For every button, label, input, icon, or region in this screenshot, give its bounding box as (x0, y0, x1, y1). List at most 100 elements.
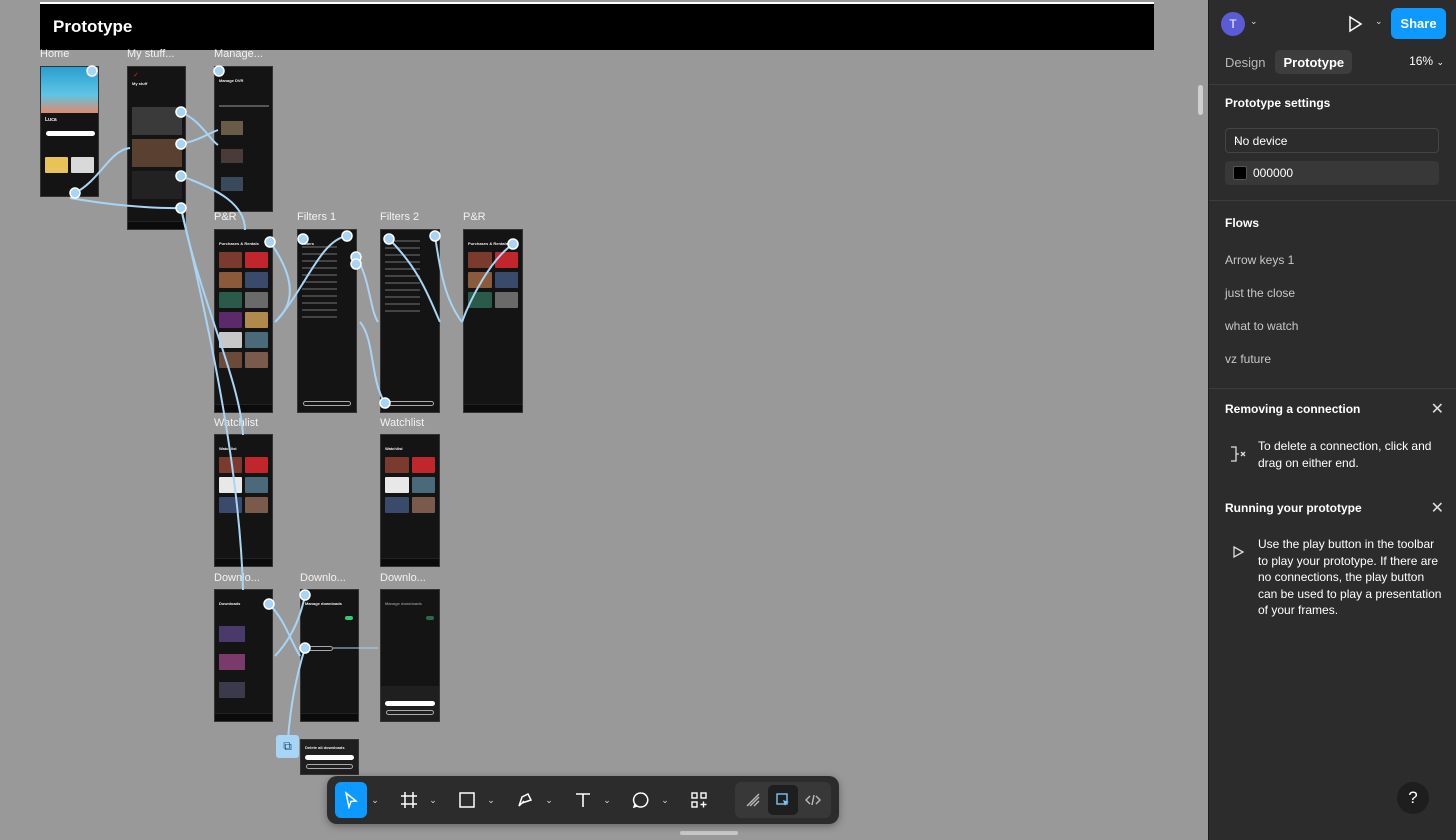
downloads-2-title: Manage downloads (305, 601, 342, 606)
frame-label-my-stuff[interactable]: My stuff... (127, 48, 174, 60)
thumb (219, 252, 242, 268)
share-button[interactable]: Share (1391, 8, 1446, 39)
help-button[interactable]: ? (1397, 782, 1429, 814)
connection-wire[interactable] (180, 129, 219, 145)
draw-mode-button[interactable] (738, 785, 768, 815)
frame-home[interactable]: Luca (40, 66, 99, 197)
frame-tool-button[interactable] (393, 782, 425, 818)
chevron-down-icon[interactable]: ⌄ (1375, 16, 1383, 27)
frame-label-filters-2[interactable]: Filters 2 (380, 211, 419, 223)
chevron-down-icon[interactable]: ⌄ (659, 782, 671, 818)
frame-label-pr[interactable]: P&R (214, 211, 237, 223)
frame-purchases-rentals-2[interactable]: Purchases & Rentals (463, 229, 523, 413)
filter-option (302, 288, 337, 290)
frame-label-watchlist-1[interactable]: Watchlist (214, 417, 258, 429)
section-title: Prototype (53, 17, 133, 36)
prototype-settings-title: Prototype settings (1225, 96, 1331, 110)
thumb (219, 292, 242, 308)
frame-label-manage[interactable]: Manage... (214, 48, 263, 60)
chevron-down-icon[interactable]: ⌄ (601, 782, 613, 818)
frame-filters-1[interactable]: Filters (297, 229, 357, 413)
dev-mode-button[interactable] (798, 785, 828, 815)
frame-manage-dvr[interactable]: Manage DVR (214, 66, 273, 212)
tab-strip (219, 105, 269, 107)
filter-option (302, 316, 337, 318)
thumb (219, 352, 242, 368)
frame-label-home[interactable]: Home (40, 48, 69, 60)
vertical-scrollbar[interactable] (1198, 85, 1203, 115)
bottom-nav (464, 404, 522, 412)
avatar[interactable]: T (1221, 12, 1245, 36)
thumb (385, 457, 409, 473)
apps-icon (691, 792, 707, 808)
frame-label-downloads-1[interactable]: Downlo... (214, 572, 260, 584)
chevron-down-icon[interactable]: ⌄ (369, 782, 381, 818)
overlay-connection-icon[interactable]: ⧉ (276, 735, 299, 758)
device-select[interactable]: No device ⌄ (1225, 128, 1439, 153)
filter-option (385, 310, 420, 312)
background-color-field[interactable]: 000000 (1225, 161, 1439, 185)
filter-option (385, 275, 420, 277)
zoom-level: 16% (1409, 54, 1434, 68)
frame-label-filters-1[interactable]: Filters 1 (297, 211, 336, 223)
chevron-down-icon[interactable]: ⌄ (543, 782, 555, 818)
frame-my-stuff[interactable]: ✓ My stuff (127, 66, 186, 230)
bottom-nav (381, 558, 439, 566)
frame-watchlist-1[interactable]: Watchlist (214, 434, 273, 567)
frame-filters-2[interactable] (380, 229, 440, 413)
move-tool-button[interactable] (335, 782, 367, 818)
shape-tool-button[interactable] (451, 782, 483, 818)
tip-text: To delete a connection, click and drag o… (1258, 439, 1432, 470)
filter-option (385, 282, 420, 284)
chevron-down-icon[interactable]: ⌄ (485, 782, 497, 818)
flow-item[interactable]: Arrow keys 1 (1225, 253, 1294, 267)
flow-item[interactable]: vz future (1225, 352, 1271, 366)
connection-wire[interactable] (180, 111, 219, 146)
frame-label-downloads-2[interactable]: Downlo... (300, 572, 346, 584)
frame-label-downloads-3[interactable]: Downlo... (380, 572, 426, 584)
design-mode-button[interactable] (768, 785, 798, 815)
comment-tool-button[interactable] (625, 782, 657, 818)
filter-option (302, 274, 337, 276)
frame-purchases-rentals[interactable]: Purchases & Rentals (214, 229, 273, 413)
thumb (219, 332, 242, 348)
zoom-control[interactable]: 16% ⌄ (1409, 54, 1444, 68)
text-tool-button[interactable] (567, 782, 599, 818)
frame-label-watchlist-2[interactable]: Watchlist (380, 417, 424, 429)
frame-watchlist-2[interactable]: Watchlist (380, 434, 440, 567)
canvas[interactable]: Prototype Home My stuff... Manage... P&R… (0, 0, 1208, 840)
thumb (245, 272, 268, 288)
tip-title: Removing a connection (1225, 402, 1361, 416)
color-swatch[interactable] (1233, 166, 1247, 180)
thumb (411, 497, 435, 513)
tab-prototype[interactable]: Prototype (1275, 50, 1353, 74)
chevron-down-icon[interactable]: ⌄ (427, 782, 439, 818)
frame-downloads-3[interactable]: Manage downloads (380, 589, 440, 722)
tab-design[interactable]: Design (1217, 50, 1273, 74)
thumb (219, 682, 245, 698)
section-header[interactable]: Prototype (40, 4, 1154, 50)
pen-tool-button[interactable] (509, 782, 541, 818)
bottom-nav (215, 404, 272, 412)
flow-item[interactable]: what to watch (1225, 319, 1298, 333)
frame-delete-overlay[interactable]: Delete all downloads (300, 739, 359, 775)
connection-wire[interactable] (268, 603, 301, 657)
thumb (221, 149, 243, 163)
frame-label-pr-2[interactable]: P&R (463, 211, 486, 223)
connection-wire[interactable] (356, 257, 379, 323)
thumb (468, 292, 492, 308)
frame-downloads-1[interactable]: Downloads (214, 589, 273, 722)
cancel-button (386, 710, 434, 715)
flow-item[interactable]: just the close (1225, 286, 1295, 300)
code-icon (805, 794, 821, 806)
frame-downloads-2[interactable]: Manage downloads (300, 589, 359, 722)
close-icon[interactable]: ✕ (1431, 399, 1444, 419)
chevron-down-icon[interactable]: ⌄ (1250, 16, 1258, 27)
watchlist-card (132, 171, 182, 199)
actions-tool-button[interactable] (683, 782, 715, 818)
close-icon[interactable]: ✕ (1431, 498, 1444, 518)
thumb (245, 332, 268, 348)
chevron-down-icon: ⌄ (1234, 135, 1242, 145)
horizontal-scrollbar[interactable] (680, 831, 738, 835)
present-button[interactable] (1341, 10, 1369, 38)
